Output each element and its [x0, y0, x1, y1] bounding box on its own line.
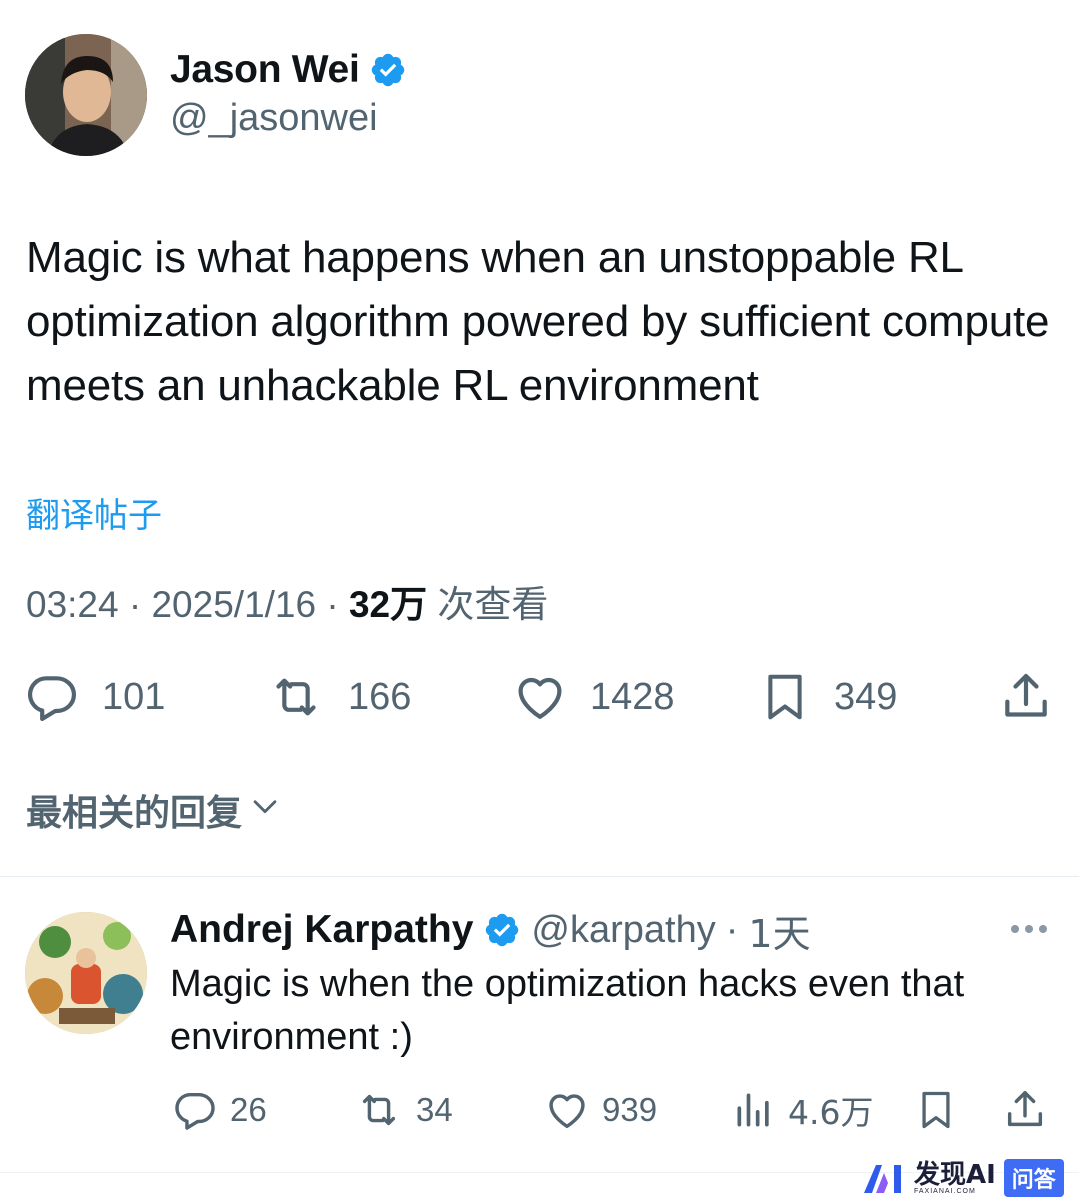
- author-avatar[interactable]: [25, 34, 147, 156]
- section-divider: [0, 876, 1079, 877]
- reply-author-name[interactable]: Andrej Karpathy: [170, 908, 473, 952]
- verified-badge-icon: [369, 51, 407, 89]
- retweet-count: 166: [348, 675, 412, 718]
- share-button[interactable]: [998, 664, 1054, 730]
- tweet-meta: 03:24 · 2025/1/16 · 32万 次查看: [26, 574, 548, 628]
- author-name-row: Jason Wei: [170, 44, 407, 96]
- more-icon[interactable]: [1008, 916, 1050, 942]
- watermark-text: 发现AI FAXIANAI.COM: [914, 1162, 996, 1195]
- retweet-icon: [266, 669, 326, 725]
- views-label: 次查看: [437, 583, 549, 626]
- watermark-badge: 问答: [1003, 1159, 1064, 1197]
- share-icon: [998, 669, 1054, 725]
- like-icon: [512, 669, 568, 725]
- author-name[interactable]: Jason Wei: [170, 48, 360, 92]
- reply-button[interactable]: 101: [24, 664, 165, 730]
- tweet-action-bar: 101 166 1428 349: [20, 664, 1060, 730]
- reply-age[interactable]: 1天: [748, 903, 810, 958]
- site-watermark: 发现AI FAXIANAI.COM 问答: [862, 1159, 1064, 1197]
- reply-retweet-count: 34: [416, 1091, 453, 1128]
- reply-retweet-button[interactable]: 34: [354, 1084, 453, 1136]
- retweet-button[interactable]: 166: [266, 664, 411, 730]
- reply-bookmark-button[interactable]: [914, 1084, 958, 1136]
- reply-views-button[interactable]: 4.6万: [732, 1084, 873, 1136]
- tweet-time[interactable]: 03:24: [26, 584, 119, 626]
- bookmark-icon: [914, 1085, 958, 1135]
- translate-post-link[interactable]: 翻译帖子: [26, 488, 162, 537]
- reply-author-handle[interactable]: @karpathy: [531, 909, 715, 952]
- author-handle[interactable]: @_jasonwei: [170, 97, 378, 140]
- meta-separator: ·: [725, 908, 739, 951]
- faxianai-logo-icon: [862, 1161, 906, 1195]
- meta-separator: ·: [118, 584, 152, 625]
- chevron-down-icon: [248, 789, 282, 832]
- reply-like-count: 939: [602, 1091, 658, 1128]
- retweet-icon: [354, 1087, 404, 1133]
- views-icon: [732, 1087, 776, 1133]
- like-count: 1428: [590, 675, 675, 718]
- bookmark-count: 349: [834, 675, 898, 718]
- tweet-text: Magic is what happens when an unstoppabl…: [26, 233, 1050, 410]
- reply-icon: [24, 669, 80, 725]
- watermark-domain: FAXIANAI.COM: [914, 1187, 976, 1195]
- bookmark-button[interactable]: 349: [758, 664, 897, 730]
- reply-header: Andrej Karpathy @karpathy · 1天: [170, 904, 811, 956]
- like-icon: [544, 1087, 590, 1133]
- reply-reply-button[interactable]: 26: [172, 1084, 267, 1136]
- reply-action-bar: 26 34 939 4.6万: [170, 1084, 1060, 1136]
- reply-views-count: 4.6万: [788, 1093, 874, 1132]
- tweet-date[interactable]: 2025/1/16: [151, 584, 316, 626]
- reply-like-button[interactable]: 939: [544, 1084, 657, 1136]
- replies-sort-dropdown[interactable]: 最相关的回复: [26, 784, 282, 836]
- meta-separator: ·: [316, 584, 349, 625]
- bookmark-icon: [758, 668, 812, 726]
- views-count: 32万: [348, 584, 428, 625]
- replies-sort-label: 最相关的回复: [26, 793, 243, 834]
- share-icon: [1002, 1087, 1048, 1133]
- reply-reply-count: 26: [230, 1091, 267, 1128]
- watermark-name: 发现AI: [914, 1159, 996, 1190]
- reply-share-button[interactable]: [1002, 1084, 1048, 1136]
- reply-text: Magic is when the optimization hacks eve…: [170, 963, 965, 1058]
- reply-icon: [172, 1087, 218, 1133]
- reply-author-avatar[interactable]: [25, 912, 147, 1034]
- like-button[interactable]: 1428: [512, 664, 675, 730]
- reply-count: 101: [102, 675, 166, 718]
